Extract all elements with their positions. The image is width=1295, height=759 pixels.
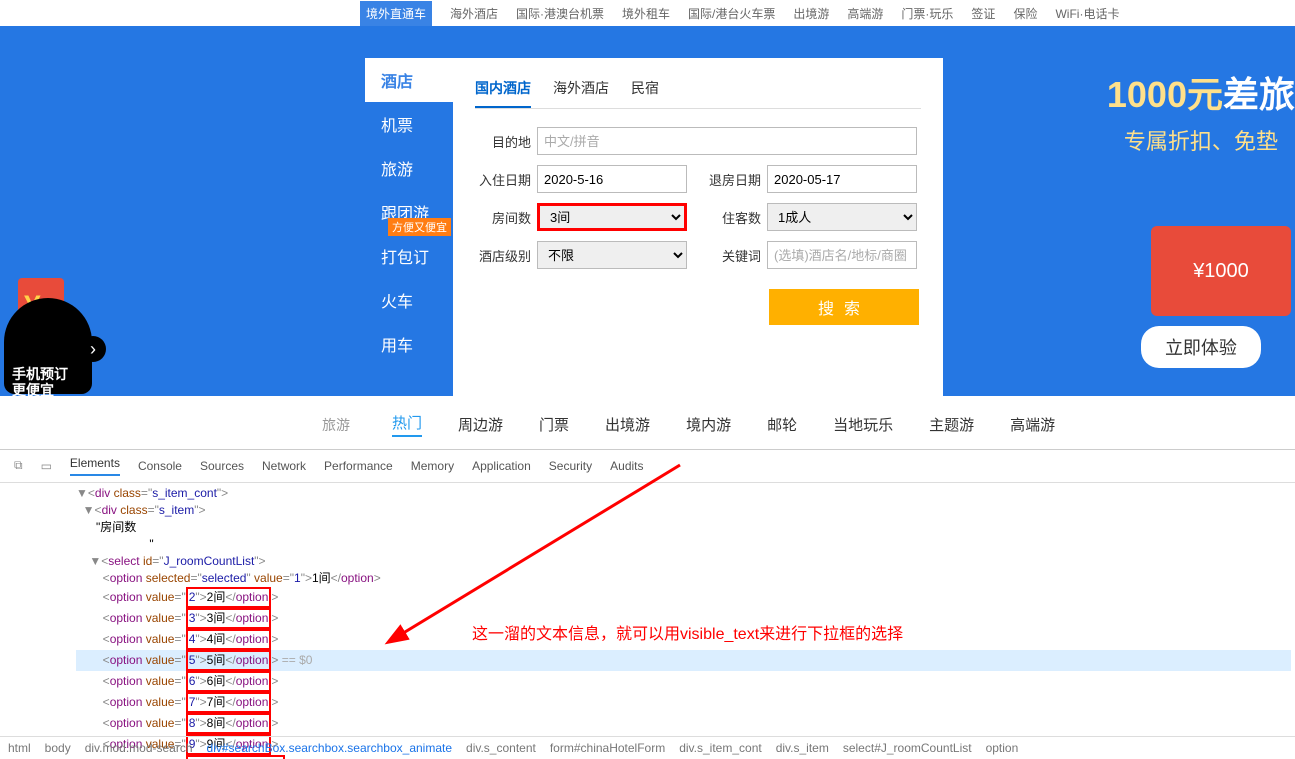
topnav-item[interactable]: 出境游 bbox=[793, 5, 829, 22]
sidebar-train[interactable]: 火车 bbox=[365, 278, 453, 322]
top-nav: 境外直通车 海外酒店 国际·港澳台机票 境外租车 国际/港台火车票 出境游 高端… bbox=[0, 0, 1295, 26]
promo: 1000元差旅 专属折扣、免垫 立即体验 bbox=[1107, 66, 1295, 368]
devtab-console[interactable]: Console bbox=[138, 459, 182, 473]
search-sidebar: 酒店 机票 旅游 跟团游方便又便宜 打包订 火车 用车 bbox=[365, 58, 453, 396]
destination-input[interactable] bbox=[537, 127, 917, 155]
topnav-item[interactable]: 国际·港澳台机票 bbox=[516, 5, 604, 22]
devtab-security[interactable]: Security bbox=[549, 459, 592, 473]
hero: 酒店 机票 旅游 跟团游方便又便宜 打包订 火车 用车 国内酒店 海外酒店 民宿… bbox=[0, 26, 1295, 396]
subnav-item[interactable]: 周边游 bbox=[458, 414, 503, 435]
label-checkin: 入住日期 bbox=[475, 170, 531, 189]
subnav-item[interactable]: 邮轮 bbox=[767, 414, 797, 435]
subnav-item[interactable]: 主题游 bbox=[929, 414, 974, 435]
label-rooms: 房间数 bbox=[475, 208, 531, 227]
devtab-memory[interactable]: Memory bbox=[411, 459, 454, 473]
chevron-right-icon: › bbox=[80, 336, 106, 362]
hotel-tabs: 国内酒店 海外酒店 民宿 bbox=[475, 78, 921, 109]
label-level: 酒店级别 bbox=[475, 246, 531, 265]
promo-cta[interactable]: 立即体验 bbox=[1141, 326, 1261, 368]
device-icon[interactable]: ▭ bbox=[41, 459, 52, 474]
sidebar-flight[interactable]: 机票 bbox=[365, 102, 453, 146]
devtab-sources[interactable]: Sources bbox=[200, 459, 244, 473]
sidebar-hotel[interactable]: 酒店 bbox=[365, 58, 453, 102]
devtab-network[interactable]: Network bbox=[262, 459, 306, 473]
hotel-level-select[interactable]: 不限 bbox=[537, 241, 687, 269]
topnav-item[interactable]: 国际/港台火车票 bbox=[688, 5, 775, 22]
search-box: 国内酒店 海外酒店 民宿 目的地 入住日期 退房日期 房间数 3间 住客数 1成… bbox=[453, 58, 943, 396]
label-keyword: 关键词 bbox=[705, 246, 761, 265]
topnav-item[interactable]: WiFi·电话卡 bbox=[1055, 5, 1119, 22]
subnav-item[interactable]: 高端游 bbox=[1010, 414, 1055, 435]
checkout-input[interactable] bbox=[767, 165, 917, 193]
sub-nav: 旅游 热门 周边游 门票 出境游 境内游 邮轮 当地玩乐 主题游 高端游 bbox=[0, 396, 1295, 449]
subnav-item[interactable]: 境内游 bbox=[686, 414, 731, 435]
subnav-item[interactable]: 当地玩乐 bbox=[833, 414, 893, 435]
topnav-item[interactable]: 签证 bbox=[971, 5, 995, 22]
devtab-audits[interactable]: Audits bbox=[610, 459, 643, 473]
topnav-item[interactable]: 门票·玩乐 bbox=[901, 5, 953, 22]
topnav-active[interactable]: 境外直通车 bbox=[360, 1, 432, 26]
sidebar-package[interactable]: 打包订 bbox=[365, 234, 453, 278]
subnav-item[interactable]: 门票 bbox=[539, 414, 569, 435]
subnav-hot[interactable]: 热门 bbox=[392, 412, 422, 437]
devtab-elements[interactable]: Elements bbox=[70, 456, 120, 476]
sidebar-car[interactable]: 用车 bbox=[365, 322, 453, 366]
subnav-left: 旅游 bbox=[322, 415, 350, 435]
topnav-item[interactable]: 境外租车 bbox=[622, 5, 670, 22]
devtab-application[interactable]: Application bbox=[472, 459, 531, 473]
checkin-input[interactable] bbox=[537, 165, 687, 193]
tab-overseas[interactable]: 海外酒店 bbox=[553, 78, 609, 108]
annotation-text: 这一溜的文本信息，就可以用visible_text来进行下拉框的选择 bbox=[472, 620, 903, 644]
sidebar-group[interactable]: 跟团游方便又便宜 bbox=[365, 190, 453, 234]
label-checkout: 退房日期 bbox=[705, 170, 761, 189]
devtools-tabs: ⧉ ▭ Elements Console Sources Network Per… bbox=[0, 450, 1295, 483]
tab-minsu[interactable]: 民宿 bbox=[631, 78, 659, 108]
guest-count-select[interactable]: 1成人 bbox=[767, 203, 917, 231]
room-count-select[interactable]: 3间 bbox=[537, 203, 687, 231]
inspect-icon[interactable]: ⧉ bbox=[14, 459, 23, 473]
topnav-item[interactable]: 海外酒店 bbox=[450, 5, 498, 22]
promo-card: ¥1000 bbox=[1151, 226, 1291, 316]
search-button[interactable]: 搜索 bbox=[769, 289, 919, 325]
subnav-item[interactable]: 出境游 bbox=[605, 414, 650, 435]
sidebar-travel[interactable]: 旅游 bbox=[365, 146, 453, 190]
tab-domestic[interactable]: 国内酒店 bbox=[475, 78, 531, 108]
mobile-booking-float[interactable]: ¥ 手机预订更便宜 › bbox=[4, 278, 114, 408]
topnav-item[interactable]: 保险 bbox=[1013, 5, 1037, 22]
devtab-performance[interactable]: Performance bbox=[324, 459, 393, 473]
topnav-item[interactable]: 高端游 bbox=[847, 5, 883, 22]
devtools: ⧉ ▭ Elements Console Sources Network Per… bbox=[0, 449, 1295, 759]
label-dest: 目的地 bbox=[475, 132, 531, 151]
label-guests: 住客数 bbox=[705, 208, 761, 227]
keyword-input[interactable] bbox=[767, 241, 917, 269]
